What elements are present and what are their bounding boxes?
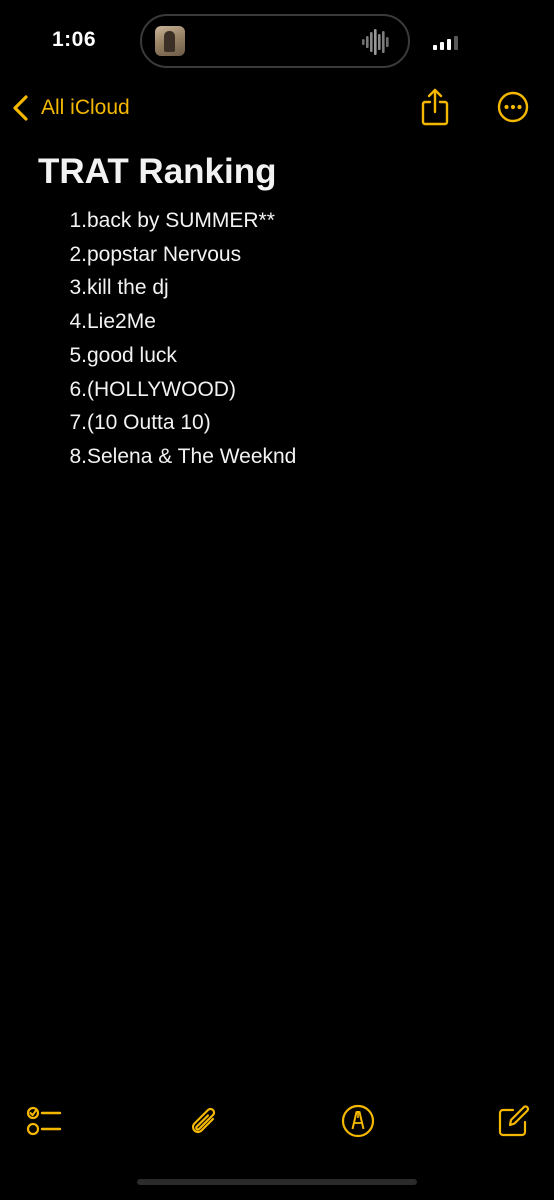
markup-pen-icon[interactable] xyxy=(340,1103,376,1139)
list-item-text: (HOLLYWOOD) xyxy=(87,377,236,401)
list-item[interactable]: 1. back by SUMMER** xyxy=(38,204,528,238)
list-item[interactable]: 3. kill the dj xyxy=(38,271,528,305)
list-item[interactable]: 7. (10 Outta 10) xyxy=(38,406,528,440)
list-item-text: good luck xyxy=(87,343,177,367)
share-icon[interactable] xyxy=(421,88,449,126)
home-indicator[interactable] xyxy=(137,1179,417,1185)
chevron-left-icon xyxy=(13,95,28,121)
list-item-text: (10 Outta 10) xyxy=(87,411,211,435)
list-item[interactable]: 4. Lie2Me xyxy=(38,305,528,339)
note-title[interactable]: TRAT Ranking xyxy=(38,150,528,194)
list-item-number: 2. xyxy=(69,242,87,266)
bottom-toolbar xyxy=(0,1095,554,1151)
navigation-bar: All iCloud xyxy=(0,80,554,136)
back-button[interactable]: All iCloud xyxy=(12,92,130,124)
list-item-text: Selena & The Weeknd xyxy=(87,444,297,468)
status-time: 1:06 xyxy=(52,28,97,51)
list-item[interactable]: 2. popstar Nervous xyxy=(38,238,528,272)
list-item[interactable]: 6. (HOLLYWOOD) xyxy=(38,373,528,407)
list-item-text: Lie2Me xyxy=(87,310,156,334)
dynamic-island[interactable] xyxy=(140,14,410,68)
list-item-number: 8. xyxy=(69,444,87,468)
list-item[interactable]: 8. Selena & The Weeknd xyxy=(38,440,528,474)
audio-waveform-icon xyxy=(362,29,389,55)
compose-icon[interactable] xyxy=(496,1103,532,1139)
list-item-number: 6. xyxy=(69,377,87,401)
back-label: All iCloud xyxy=(41,96,130,119)
list-item-number: 4. xyxy=(69,310,87,334)
note-body[interactable]: TRAT Ranking 1. back by SUMMER** 2. popsta… xyxy=(38,150,528,474)
checklist-icon[interactable] xyxy=(26,1103,62,1139)
paperclip-icon[interactable] xyxy=(184,1103,220,1139)
list-item-number: 1. xyxy=(69,209,87,232)
list-item[interactable]: 5. good luck xyxy=(38,339,528,373)
ranking-list: 1. back by SUMMER** 2. popstar Nervous 3. k… xyxy=(38,204,528,474)
now-playing-artwork xyxy=(155,26,185,56)
list-item-text: kill the dj xyxy=(87,276,169,300)
ellipsis-circle-icon[interactable] xyxy=(497,91,529,123)
list-item-number: 3. xyxy=(69,276,87,300)
list-item-text: back by SUMMER** xyxy=(87,209,275,232)
list-item-number: 5. xyxy=(69,343,87,367)
list-item-text: popstar Nervous xyxy=(87,242,242,266)
cellular-signal-icon xyxy=(433,36,458,50)
list-item-number: 7. xyxy=(69,411,87,435)
status-bar: 1:06 xyxy=(0,0,554,80)
